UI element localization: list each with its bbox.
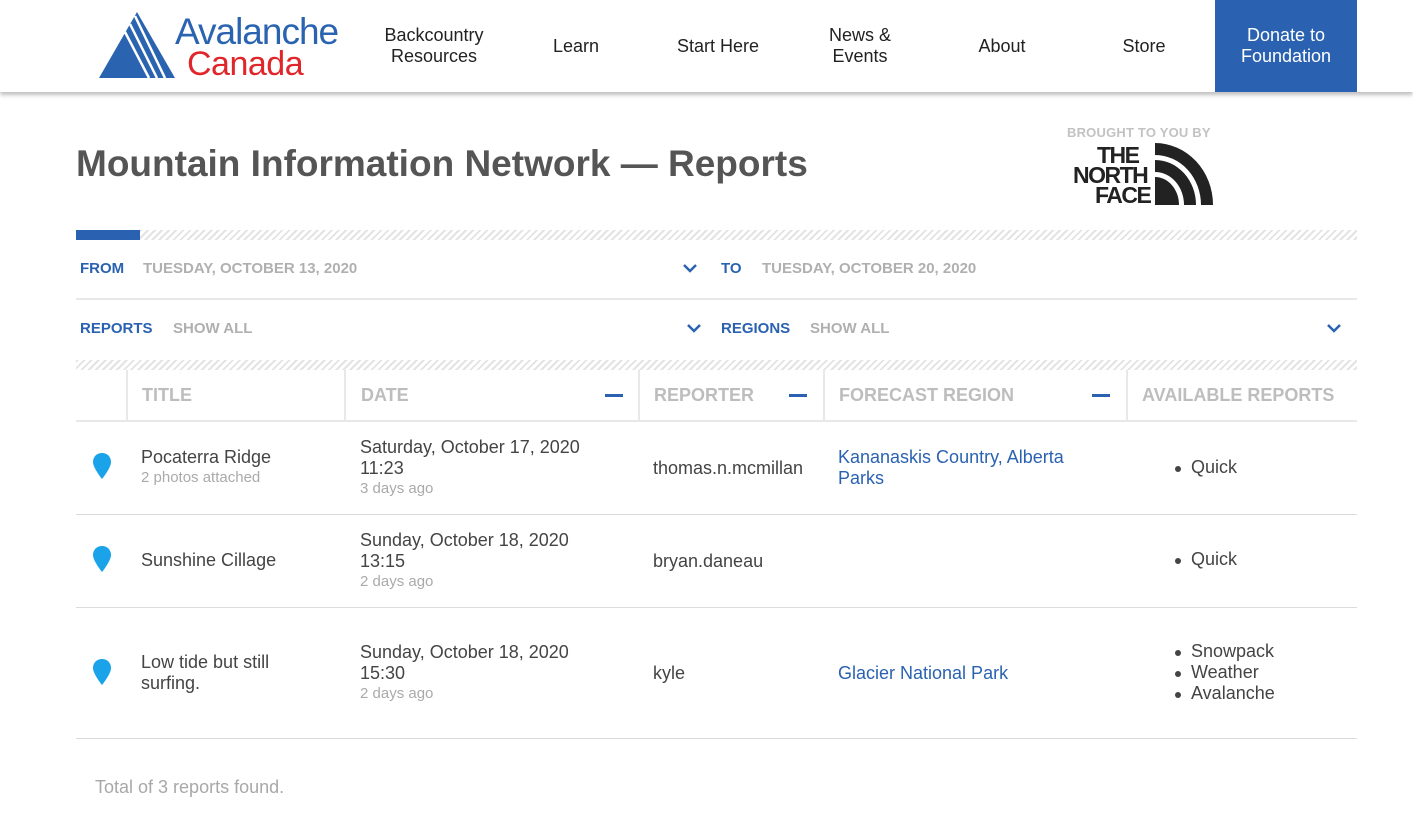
reporter: kyle — [653, 663, 686, 683]
chevron-down-icon[interactable] — [1326, 322, 1342, 334]
from-date-picker[interactable]: TUESDAY, OCTOBER 13, 2020 — [143, 260, 357, 277]
list-item: Avalanche — [1171, 683, 1275, 704]
report-date: Saturday, October 17, 2020 11:23 — [360, 437, 580, 478]
relative-time: 3 days ago — [360, 480, 434, 497]
column-divider — [638, 370, 640, 422]
from-label: FROM — [80, 260, 125, 277]
the-north-face-logo[interactable]: THE NORTH FACE — [1073, 143, 1213, 207]
avalanche-canada-logo[interactable]: Avalanche Canada — [97, 10, 347, 82]
report-date: Sunday, October 18, 2020 13:15 — [360, 530, 569, 571]
mountain-logo-icon — [99, 12, 175, 79]
available-reports-list: Quick — [1171, 549, 1237, 570]
divider-hatch — [76, 360, 1357, 370]
column-header-reporter[interactable]: REPORTER — [654, 370, 754, 422]
regions-label: REGIONS — [721, 320, 791, 337]
table-header: TITLE DATE REPORTER FORECAST REGION AVAI… — [76, 370, 1357, 422]
regions-select[interactable]: SHOW ALL — [810, 320, 889, 337]
column-header-forecast-region[interactable]: FORECAST REGION — [839, 370, 1014, 422]
photos-attached: 2 photos attached — [141, 469, 261, 486]
loading-progress — [76, 230, 1357, 240]
sort-indicator-icon[interactable] — [789, 394, 807, 397]
reporter: thomas.n.mcmillan — [653, 458, 804, 478]
to-label: TO — [721, 260, 742, 277]
forecast-region-link[interactable]: Glacier National Park — [838, 663, 1098, 684]
list-item: Quick — [1171, 549, 1237, 570]
table-row[interactable]: Sunshine Cillage Sunday, October 18, 202… — [76, 515, 1357, 608]
date-cell: Sunday, October 18, 2020 15:30 2 days ag… — [360, 642, 610, 704]
nav-backcountry-resources[interactable]: Backcountry Resources — [363, 0, 505, 92]
site-header: Avalanche Canada Backcountry Resources L… — [0, 0, 1413, 92]
sort-indicator-icon[interactable] — [1092, 394, 1110, 397]
forecast-region-link[interactable]: Kananaskis Country, Alberta Parks — [838, 447, 1098, 489]
relative-time: 2 days ago — [360, 573, 434, 590]
column-divider — [344, 370, 346, 422]
reporter: bryan.daneau — [653, 551, 764, 571]
column-header-available-reports: AVAILABLE REPORTS — [1142, 385, 1335, 405]
nav-learn[interactable]: Learn — [505, 0, 647, 92]
column-divider — [126, 370, 128, 422]
nav-store[interactable]: Store — [1073, 0, 1215, 92]
nav-start-here[interactable]: Start Here — [647, 0, 789, 92]
logo-word-canada: Canada — [187, 45, 304, 83]
donate-button[interactable]: Donate to Foundation — [1215, 0, 1357, 92]
chevron-down-icon[interactable] — [686, 322, 702, 334]
nav-about[interactable]: About — [931, 0, 1073, 92]
report-title[interactable]: Low tide but still surfing. — [141, 652, 301, 694]
map-pin-icon[interactable] — [92, 545, 112, 573]
to-date-picker[interactable]: TUESDAY, OCTOBER 20, 2020 — [762, 260, 976, 277]
list-item: Quick — [1171, 457, 1237, 478]
reports-select[interactable]: SHOW ALL — [173, 320, 252, 337]
date-cell: Sunday, October 18, 2020 13:15 2 days ag… — [360, 530, 610, 592]
map-pin-icon[interactable] — [92, 658, 112, 686]
column-divider — [1126, 370, 1128, 422]
table-row[interactable]: Pocaterra Ridge 2 photos attached Saturd… — [76, 422, 1357, 515]
relative-time: 2 days ago — [360, 685, 434, 702]
report-title[interactable]: Pocaterra Ridge — [141, 447, 341, 468]
list-item: Snowpack — [1171, 641, 1275, 662]
report-title[interactable]: Sunshine Cillage — [141, 550, 341, 571]
reports-label: REPORTS — [80, 320, 153, 337]
progress-fill — [76, 230, 141, 240]
report-title-cell[interactable]: Pocaterra Ridge 2 photos attached — [141, 447, 341, 488]
list-item: Weather — [1171, 662, 1275, 683]
type-filter-row: REPORTS SHOW ALL REGIONS SHOW ALL — [76, 300, 1357, 360]
sponsor-label: BROUGHT TO YOU BY — [1067, 125, 1211, 140]
report-date: Sunday, October 18, 2020 15:30 — [360, 642, 569, 683]
chevron-down-icon[interactable] — [682, 262, 698, 274]
available-reports-list: Quick — [1171, 457, 1237, 478]
column-divider — [823, 370, 825, 422]
tnf-line-3: FACE — [1095, 182, 1152, 208]
column-header-title[interactable]: TITLE — [142, 370, 192, 422]
available-reports-list: Snowpack Weather Avalanche — [1171, 641, 1275, 704]
column-header-date[interactable]: DATE — [361, 370, 409, 422]
table-row[interactable]: Low tide but still surfing. Sunday, Octo… — [76, 608, 1357, 739]
date-filter-row: FROM TUESDAY, OCTOBER 13, 2020 TO TUESDA… — [76, 240, 1357, 300]
date-cell: Saturday, October 17, 2020 11:23 3 days … — [360, 437, 610, 499]
main-nav: Backcountry Resources Learn Start Here N… — [363, 0, 1215, 92]
tnf-arcs-icon — [1155, 143, 1213, 205]
sort-indicator-icon[interactable] — [605, 394, 623, 397]
report-title-cell[interactable]: Low tide but still surfing. — [141, 652, 301, 694]
map-pin-icon[interactable] — [92, 452, 112, 480]
page-title: Mountain Information Network — Reports — [76, 143, 808, 184]
report-title-cell[interactable]: Sunshine Cillage — [141, 550, 341, 571]
total-reports-count: Total of 3 reports found. — [95, 777, 285, 797]
nav-news-events[interactable]: News & Events — [789, 0, 931, 92]
